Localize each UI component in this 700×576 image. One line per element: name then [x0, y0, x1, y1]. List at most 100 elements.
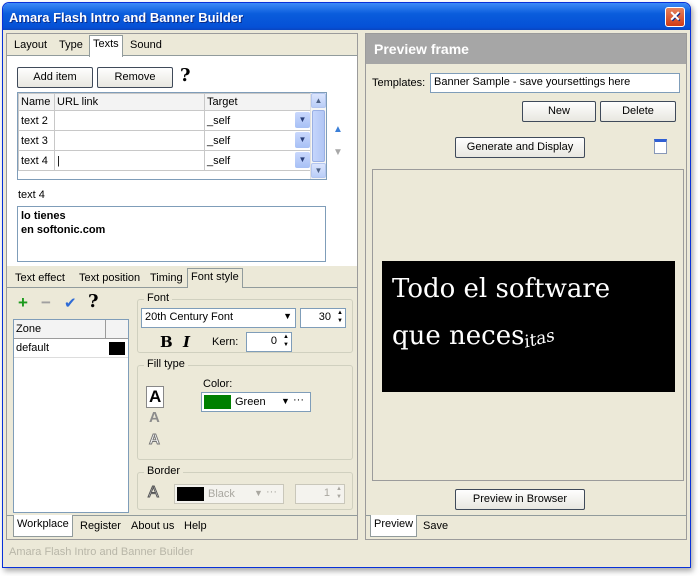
text-content-area[interactable]: lo tienes en softonic.com — [17, 206, 326, 262]
row-target[interactable]: _self — [207, 115, 230, 127]
italic-button[interactable]: I — [183, 333, 190, 351]
fill-type-group — [137, 365, 353, 460]
fill-color-picker[interactable]: Green ▼ ··· — [201, 392, 311, 412]
kern-stepper[interactable]: 0 ▲ ▼ — [246, 332, 292, 352]
row-target[interactable]: _self — [207, 135, 230, 147]
border-color-name: Black — [208, 488, 235, 500]
list-item[interactable]: default — [14, 339, 128, 358]
check-icon[interactable]: ✔ — [64, 294, 77, 312]
close-button[interactable]: ✕ — [665, 7, 685, 27]
font-size-stepper[interactable]: 30 ▲ ▼ — [300, 308, 346, 328]
chevron-down-icon[interactable]: ▼ — [295, 152, 310, 168]
tab-help[interactable]: Help — [181, 518, 210, 534]
add-zone-icon[interactable]: + — [18, 293, 28, 313]
more-icon[interactable]: ··· — [266, 486, 277, 498]
remove-zone-icon[interactable]: − — [41, 293, 51, 313]
chevron-down-icon[interactable]: ▼ — [295, 132, 310, 148]
banner-preview: Todo el software que necesitas — [382, 261, 675, 392]
fill-type-legend: Fill type — [144, 358, 188, 370]
zone-header: Zone — [16, 323, 42, 335]
border-color-swatch — [177, 487, 204, 501]
banner-animated-text: itas — [524, 325, 556, 353]
tab-preview[interactable]: Preview — [370, 515, 418, 537]
tab-texts[interactable]: Texts — [89, 35, 123, 57]
scroll-thumb[interactable] — [312, 110, 325, 162]
border-width-stepper[interactable]: 1 ▲ ▼ — [295, 484, 345, 504]
row-url[interactable] — [54, 130, 205, 151]
help-icon[interactable]: ? — [88, 291, 99, 312]
preview-in-browser-button[interactable]: Preview in Browser — [455, 489, 585, 510]
left-panel: Layout Type Texts Sound Add item Remove … — [6, 33, 358, 540]
col-url-header[interactable]: URL link — [54, 93, 205, 111]
generate-display-button[interactable]: Generate and Display — [455, 137, 585, 158]
app-window: Amara Flash Intro and Banner Builder ✕ L… — [2, 2, 691, 568]
border-width-value: 1 — [323, 487, 330, 499]
border-color-picker[interactable]: Black ▼ ··· — [174, 484, 284, 504]
chevron-down-icon[interactable]: ▼ — [295, 112, 310, 128]
zone-name: default — [16, 342, 50, 354]
window-title: Amara Flash Intro and Banner Builder — [9, 10, 244, 25]
row-target[interactable]: _self — [207, 155, 230, 167]
color-label: Color: — [203, 378, 233, 390]
fill-color-name: Green — [235, 396, 266, 408]
move-up-icon[interactable]: ▲ — [333, 124, 343, 135]
table-row[interactable]: text 3 _self ▼ — [18, 130, 312, 151]
table-row[interactable]: text 2 _self ▼ — [18, 110, 312, 131]
row-name: text 4 — [18, 150, 55, 171]
tab-font-style[interactable]: Font style — [187, 268, 243, 290]
text-line-1: lo tienes — [21, 210, 66, 222]
templates-input[interactable]: Banner Sample - save yoursettings here — [430, 73, 680, 93]
font-family-value: 20th Century Font — [145, 311, 234, 323]
tab-about-us[interactable]: About us — [128, 518, 177, 534]
gradient-fill-icon[interactable]: A — [149, 409, 160, 426]
new-button[interactable]: New — [522, 101, 596, 122]
grid-scrollbar[interactable]: ▲ ▼ — [310, 93, 326, 179]
chevron-down-icon[interactable]: ▼ — [254, 488, 263, 498]
remove-button[interactable]: Remove — [97, 67, 173, 88]
scroll-up-icon[interactable]: ▲ — [311, 93, 326, 108]
preview-panel: Preview frame Templates: Banner Sample -… — [365, 33, 687, 540]
stepper-arrows-icon[interactable]: ▲ ▼ — [336, 485, 342, 501]
move-down-icon[interactable]: ▼ — [333, 147, 343, 158]
fill-color-swatch — [204, 395, 231, 409]
stepper-arrows-icon[interactable]: ▲ ▼ — [337, 309, 343, 325]
font-family-select[interactable]: 20th Century Font ▼ — [141, 308, 296, 328]
delete-button[interactable]: Delete — [600, 101, 676, 122]
help-icon[interactable]: ? — [180, 65, 191, 86]
scroll-down-icon[interactable]: ▼ — [311, 163, 326, 178]
table-row[interactable]: text 4 | _self ▼ — [18, 150, 312, 171]
tab-sound[interactable]: Sound — [127, 37, 165, 53]
border-text-icon[interactable]: A — [148, 484, 160, 502]
tab-timing[interactable]: Timing — [147, 270, 186, 286]
tab-register[interactable]: Register — [77, 518, 124, 534]
banner-line-2: que neces — [392, 321, 525, 351]
preview-canvas: Todo el software que necesitas — [372, 169, 684, 481]
tab-save[interactable]: Save — [420, 518, 451, 534]
col-name-header[interactable]: Name — [18, 93, 55, 111]
status-bar-text: Amara Flash Intro and Banner Builder — [9, 546, 194, 558]
add-item-button[interactable]: Add item — [17, 67, 93, 88]
texts-grid: Name URL link Target text 2 _self ▼ text … — [17, 92, 327, 180]
stepper-arrows-icon[interactable]: ▲ ▼ — [283, 333, 289, 349]
tab-type[interactable]: Type — [56, 37, 86, 53]
banner-line-1: Todo el software — [392, 274, 611, 304]
tab-text-effect[interactable]: Text effect — [12, 270, 68, 286]
kern-label: Kern: — [212, 336, 239, 348]
bold-button[interactable]: B — [160, 333, 173, 351]
row-url[interactable]: | — [54, 150, 205, 171]
tab-layout[interactable]: Layout — [11, 37, 50, 53]
preview-header: Preview frame — [366, 34, 686, 64]
chevron-down-icon[interactable]: ▼ — [283, 311, 292, 321]
title-bar[interactable]: Amara Flash Intro and Banner Builder ✕ — [3, 3, 690, 30]
tab-workplace[interactable]: Workplace — [13, 515, 73, 537]
col-target-header[interactable]: Target — [204, 93, 312, 111]
chevron-down-icon[interactable]: ▼ — [281, 396, 290, 406]
tab-text-position[interactable]: Text position — [76, 270, 143, 286]
zone-list: Zone default — [13, 319, 129, 513]
row-url[interactable] — [54, 110, 205, 131]
no-fill-icon[interactable]: A — [149, 431, 161, 449]
more-icon[interactable]: ··· — [293, 394, 304, 406]
zone-color-swatch[interactable] — [109, 342, 125, 355]
solid-fill-icon[interactable]: A — [146, 386, 165, 408]
window-icon[interactable] — [654, 139, 667, 154]
